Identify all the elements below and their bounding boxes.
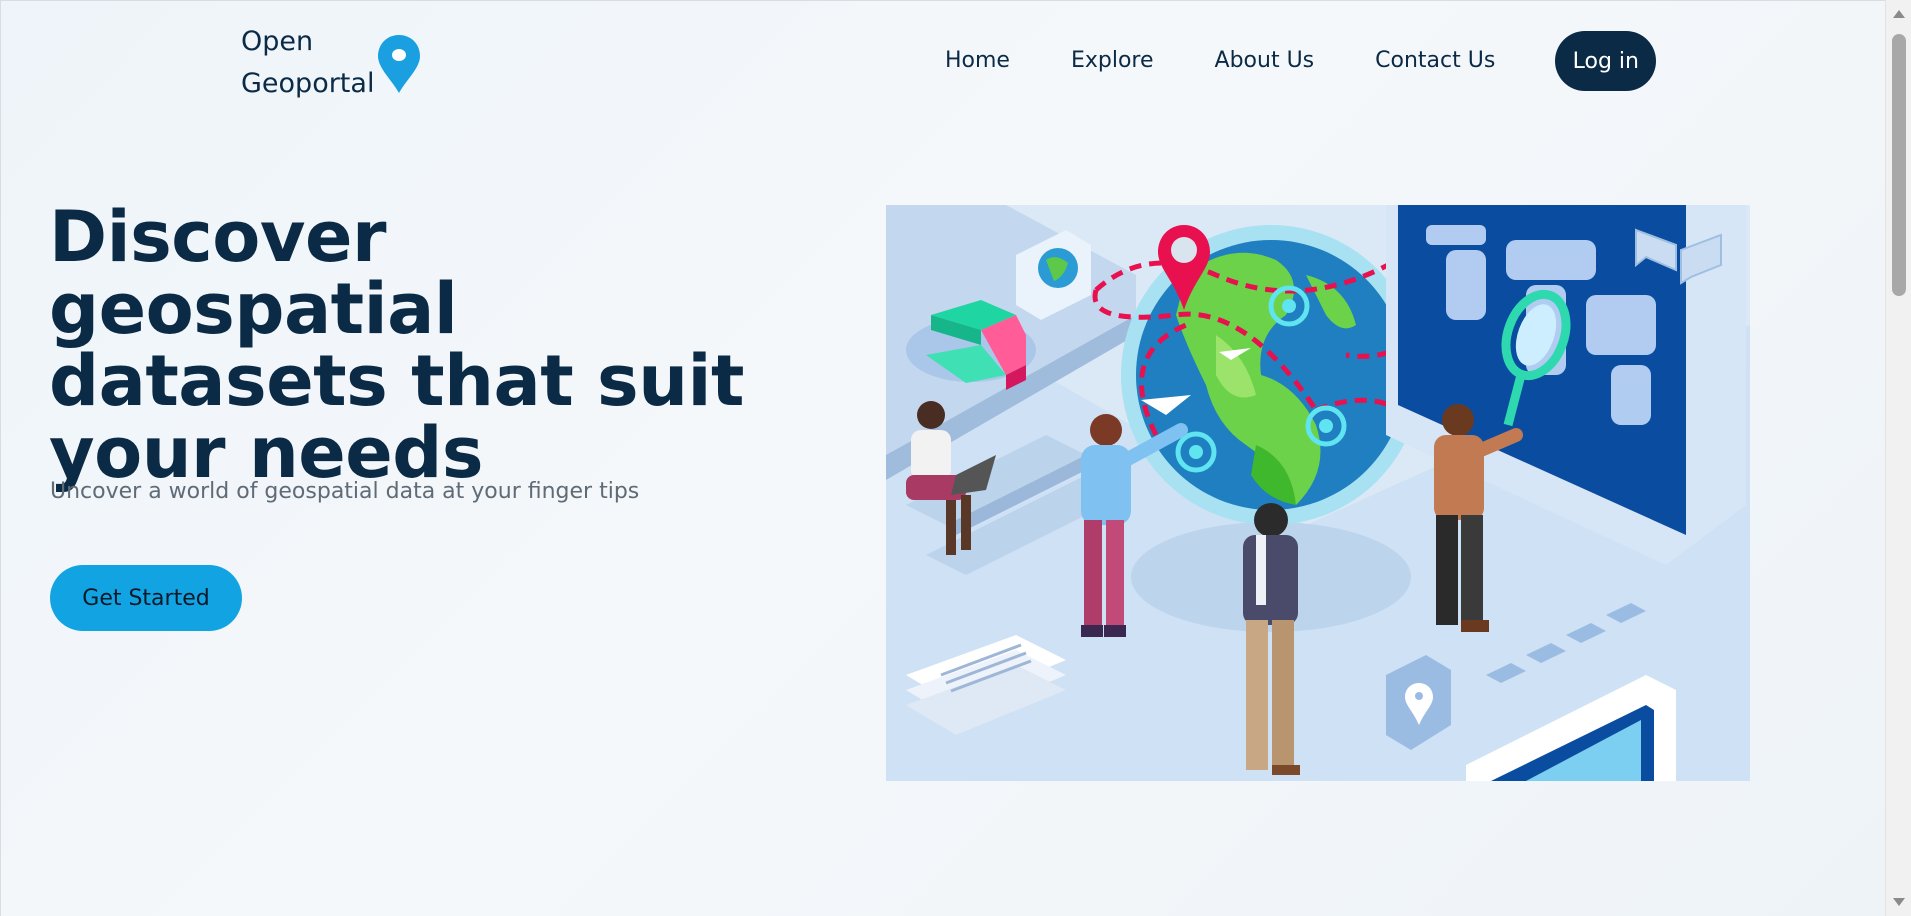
login-button[interactable]: Log in [1555,31,1657,91]
nav-explore[interactable]: Explore [1071,31,1154,91]
hero-illustration [886,205,1750,781]
get-started-button[interactable]: Get Started [50,565,242,631]
hero-subtitle: Uncover a world of geospatial data at yo… [50,479,640,504]
scrollbar-thumb[interactable] [1892,34,1906,296]
logo-link[interactable]: Open Geoportal [241,21,422,105]
scroll-up-arrow-icon[interactable] [1893,10,1905,18]
nav-about-us[interactable]: About Us [1215,31,1315,91]
hero-title: Discover geospatial datasets that suit y… [49,196,745,494]
logo-text: Open Geoportal [241,21,374,105]
nav-home[interactable]: Home [945,31,1010,91]
scroll-down-arrow-icon[interactable] [1893,898,1905,906]
nav-contact-us[interactable]: Contact Us [1375,31,1495,91]
logo-line-open: Open [241,26,314,57]
logo-line-geoportal: Geoportal [241,68,375,99]
page-scrollbar[interactable] [1885,0,1911,916]
page: Open Geoportal Home Explore About Us Con… [0,0,1885,916]
map-pin-icon [376,33,422,100]
main-nav: Home Explore About Us Contact Us Log in [945,31,1657,91]
